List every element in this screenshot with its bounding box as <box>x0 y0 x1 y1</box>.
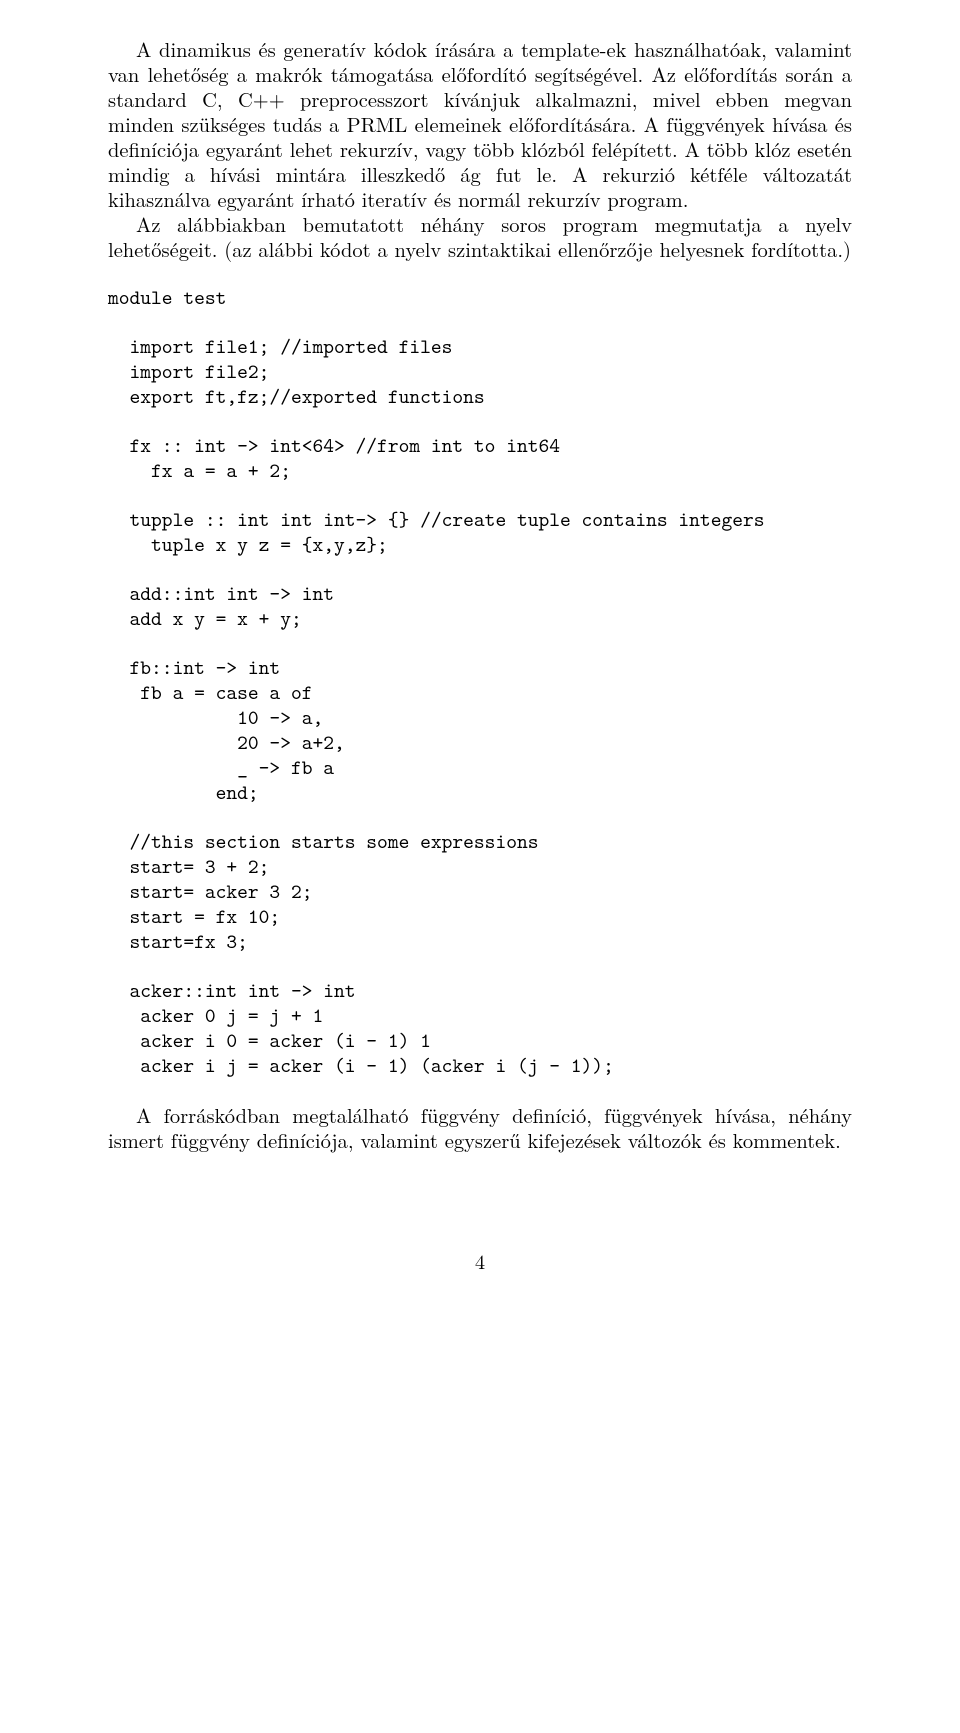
code-block: tupple :: int int int-> {} //create tupl… <box>108 507 852 557</box>
page-number: 4 <box>108 1248 852 1273</box>
code-block: fb::int -> int fb a = case a of 10 -> a,… <box>108 655 852 805</box>
paragraph: A dinamikus és generatív kódok írására a… <box>108 36 852 211</box>
paragraph: A forráskódban megtalálható függvény def… <box>108 1102 852 1152</box>
code-block: import file1; //imported files import fi… <box>108 334 852 409</box>
code-block: module test <box>108 285 852 310</box>
code-block: add::int int -> int add x y = x + y; <box>108 581 852 631</box>
paragraph: Az alábbiakban bemutatott néhány soros p… <box>108 211 852 261</box>
code-block: fx :: int -> int<64> //from int to int64… <box>108 433 852 483</box>
document-page: A dinamikus és generatív kódok írására a… <box>0 0 960 1733</box>
code-block: acker::int int -> int acker 0 j = j + 1 … <box>108 978 852 1078</box>
code-block: //this section starts some expressions s… <box>108 829 852 954</box>
